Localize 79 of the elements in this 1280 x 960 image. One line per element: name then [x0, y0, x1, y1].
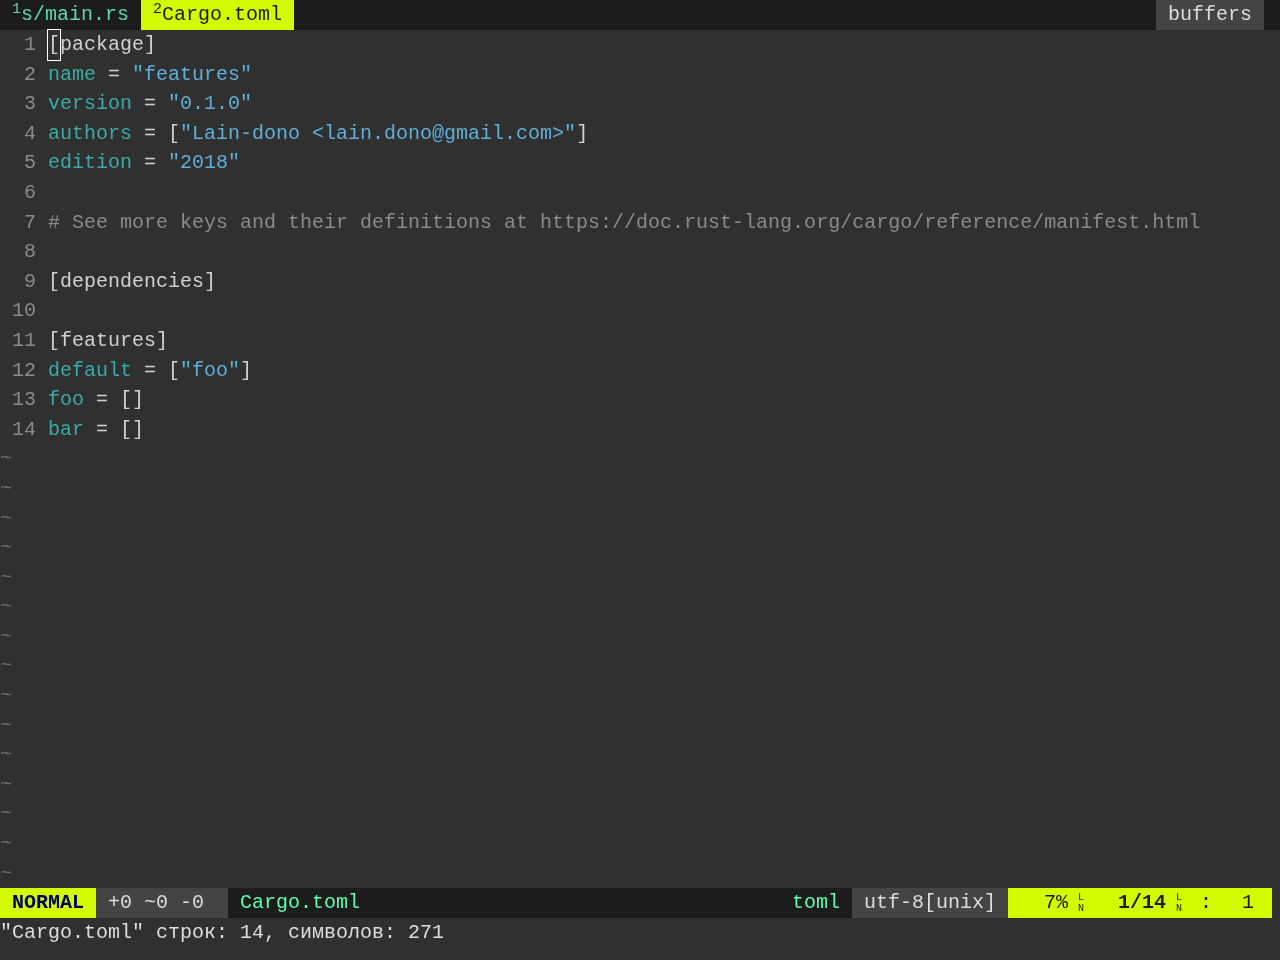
line-number: 4	[23, 120, 36, 147]
tab[interactable]: $^{1}$s/main.rs	[0, 0, 142, 30]
tilde-marker: ~	[0, 506, 12, 530]
comment-text: # See more keys and their definitions at https://doc.rust-lang.org/cargo/reference/manifest.html	[48, 209, 1201, 236]
bracket: ]	[576, 120, 589, 147]
line-number: 2	[23, 61, 36, 88]
section-name: dependencies	[60, 268, 205, 295]
line-symbol: LN	[1176, 892, 1184, 914]
line-number: 8	[23, 239, 36, 266]
equals-sign: =	[95, 416, 110, 443]
tilde-marker: ~	[0, 832, 12, 856]
tilde-marker: ~	[0, 536, 12, 560]
mode-indicator: NORMAL	[12, 890, 84, 917]
line-number: 12	[11, 357, 36, 384]
equals-sign: =	[143, 357, 158, 384]
column-number: 1	[1242, 890, 1254, 917]
equals-sign: =	[95, 387, 110, 414]
tilde-marker: ~	[0, 595, 12, 619]
bracket: ]	[144, 32, 157, 58]
line-number: 3	[23, 91, 36, 118]
string-value: "2018"	[168, 150, 241, 177]
line-number: 6	[23, 179, 36, 206]
command-line-message: "Cargo.toml" строк: 14, символов: 271	[0, 920, 445, 944]
key-text: default	[48, 357, 132, 384]
string-value: "features"	[132, 61, 253, 88]
tilde-marker: ~	[0, 743, 12, 767]
equals-sign: =	[143, 120, 158, 147]
tilde-marker: ~	[0, 654, 12, 678]
equals-sign: =	[143, 91, 158, 118]
tilde-marker: ~	[0, 861, 12, 885]
line-position: 1/14	[1118, 890, 1167, 917]
file-type: toml	[792, 890, 840, 917]
line-number: 11	[11, 327, 36, 354]
tilde-marker: ~	[0, 565, 12, 589]
tilde-marker: ~	[0, 772, 12, 796]
bracket: [	[168, 357, 181, 384]
section-name: features	[60, 327, 157, 354]
line-number: 1	[23, 32, 36, 58]
string-value: "Lain-dono <lain.dono@gmail.com>"	[180, 120, 577, 147]
line-symbol: LN	[1078, 892, 1086, 914]
key-text: version	[48, 91, 132, 118]
line-number: 14	[11, 416, 36, 443]
line-number: 13	[11, 387, 36, 414]
key-text: bar	[48, 416, 84, 443]
bracket: ]	[156, 327, 169, 354]
tilde-marker: ~	[0, 684, 12, 708]
tilde-marker: ~	[0, 624, 12, 648]
line-number: 9	[23, 268, 36, 295]
file-encoding: utf-8[unix]	[864, 890, 997, 917]
equals-sign: =	[107, 61, 122, 88]
scroll-percent: 7%	[1044, 890, 1068, 917]
bracket: []	[120, 387, 145, 414]
key-text: foo	[48, 387, 84, 414]
bracket: []	[120, 416, 145, 443]
bracket: [	[168, 120, 181, 147]
line-number: 10	[11, 298, 36, 325]
key-text: edition	[48, 150, 132, 177]
tilde-marker: ~	[0, 713, 12, 737]
string-value: "0.1.0"	[168, 91, 253, 118]
section-name: package	[60, 32, 145, 58]
file-name: Cargo.toml	[240, 890, 361, 917]
diff-counter: +0 ~0 -0	[108, 890, 204, 917]
buffers-label[interactable]: buffers	[1156, 0, 1264, 30]
cursor: [	[48, 30, 60, 60]
bracket: ]	[204, 268, 217, 295]
bracket: ]	[240, 357, 253, 384]
string-value: "foo"	[180, 357, 241, 384]
equals-sign: =	[143, 150, 158, 177]
line-number: 5	[23, 150, 36, 177]
tilde-marker: ~	[0, 802, 12, 826]
key-text: authors	[48, 120, 132, 147]
tab[interactable]: $^{2}$Cargo.toml	[141, 0, 295, 30]
bracket: [	[48, 327, 60, 354]
column-separator: :	[1200, 890, 1213, 917]
line-number: 7	[23, 209, 36, 236]
tilde-marker: ~	[0, 447, 12, 471]
tilde-marker: ~	[0, 476, 12, 500]
key-text: name	[48, 61, 96, 88]
bracket: [	[48, 268, 60, 295]
